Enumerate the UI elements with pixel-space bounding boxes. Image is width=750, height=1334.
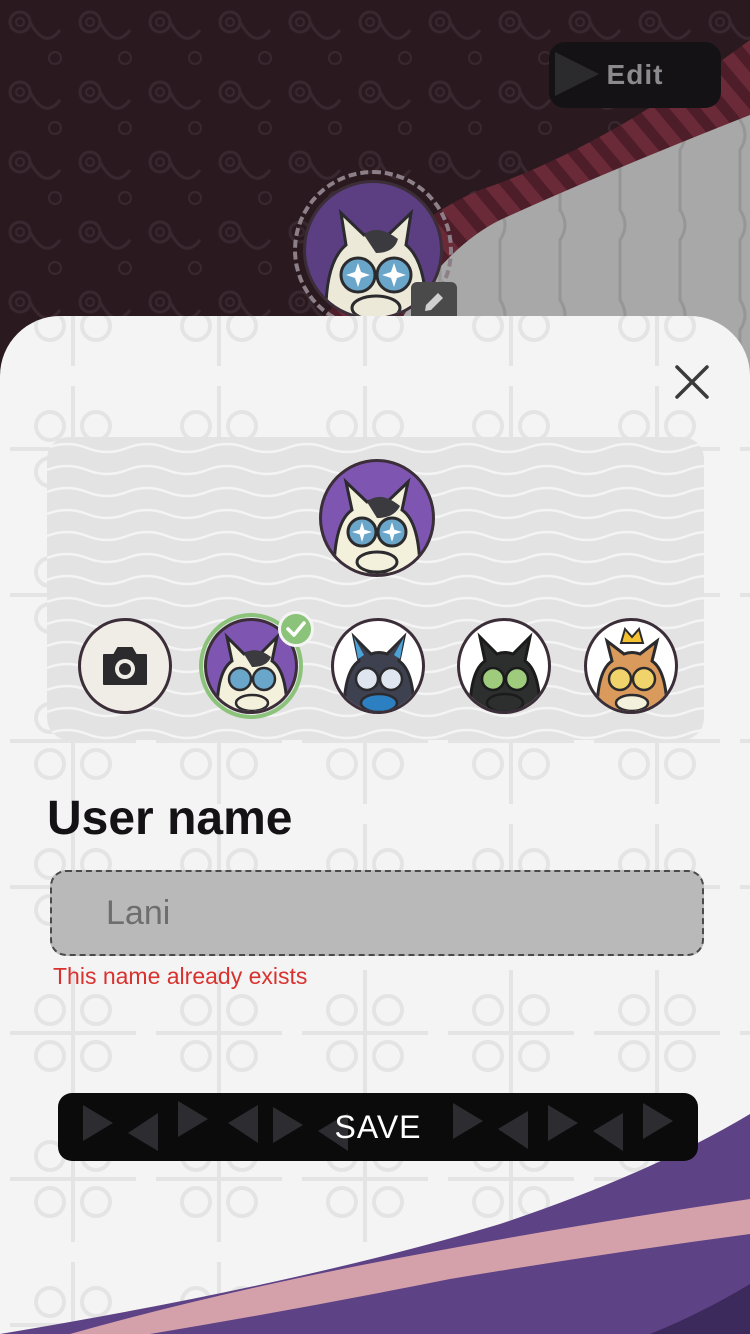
pencil-icon (425, 293, 443, 311)
avatar-option-crowned[interactable] (584, 618, 678, 714)
save-button-label: SAVE (334, 1108, 422, 1145)
username-error-message: This name already exists (53, 963, 308, 989)
username-heading: User name (47, 792, 293, 845)
cat-avatar-crowned-icon (595, 626, 669, 711)
cat-avatar-purple-icon (332, 477, 422, 574)
cat-avatar-blue-icon (342, 632, 416, 711)
avatar-picker-panel (47, 437, 704, 740)
avatar-option-blue[interactable] (331, 618, 425, 714)
camera-upload-button[interactable] (78, 618, 172, 714)
camera-icon (103, 647, 147, 685)
edit-button-label: Edit (606, 59, 664, 90)
avatar-preview (319, 459, 435, 577)
checkmark-icon (286, 621, 306, 637)
profile-avatar[interactable] (293, 170, 457, 330)
cat-avatar-black-icon (468, 632, 542, 711)
close-icon (675, 365, 709, 399)
save-button[interactable]: SAVE (58, 1093, 698, 1161)
selected-check-badge (278, 611, 314, 647)
avatar-option-black[interactable] (457, 618, 551, 714)
edit-profile-sheet: User name This name already exists SAVE (0, 316, 750, 1334)
button-decoration (555, 52, 599, 96)
close-button[interactable] (668, 358, 716, 406)
username-input[interactable] (50, 870, 704, 956)
edit-button[interactable]: Edit (549, 42, 721, 108)
